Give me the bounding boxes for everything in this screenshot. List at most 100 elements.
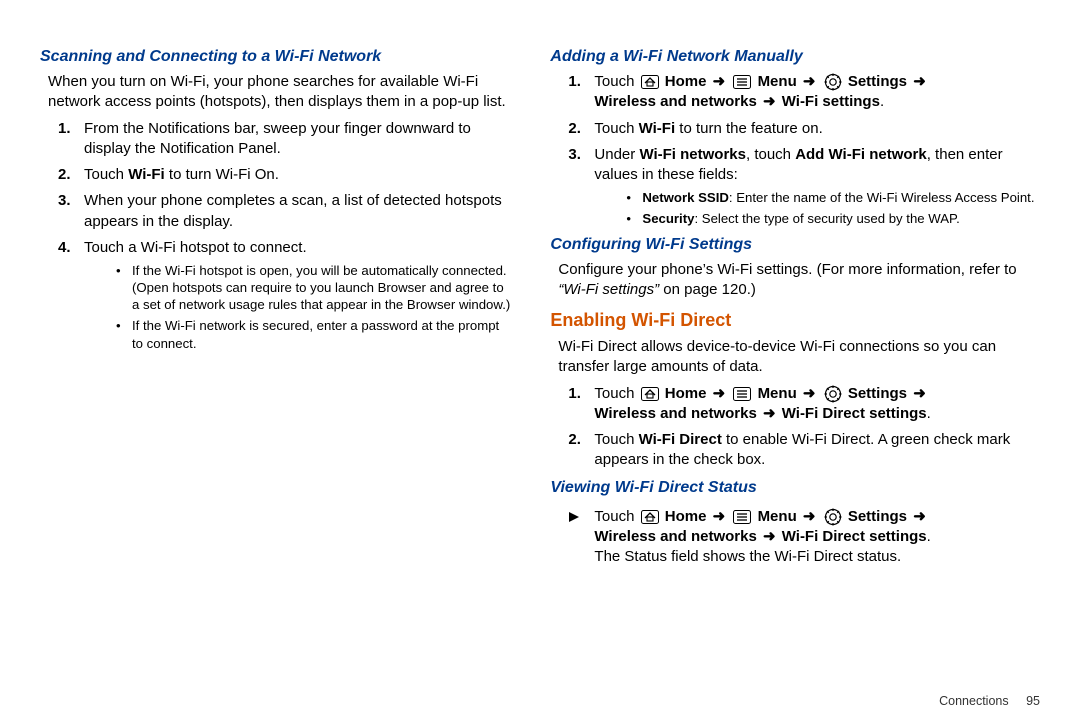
touch-label: Touch (594, 385, 638, 402)
t-d: Add Wi-Fi network (795, 146, 927, 163)
step-number: 3. (568, 145, 581, 165)
step-number: 1. (58, 119, 71, 139)
arrow-icon: ➜ (711, 508, 728, 525)
step-2: 2. Touch Wi-Fi to turn Wi-Fi On. (40, 165, 510, 185)
intro-paragraph: When you turn on Wi-Fi, your phone searc… (48, 72, 510, 113)
steps-enable: 1. Touch Home ➜ Menu ➜ Settings ➜ Wirele… (550, 384, 1040, 471)
arrow-icon: ➜ (711, 73, 728, 90)
settings-label: Settings (848, 73, 907, 90)
path-wireless: Wireless and networks (594, 528, 761, 545)
home-icon (641, 510, 659, 524)
t-b: Wi-Fi Direct (639, 431, 722, 448)
step-number: 3. (58, 191, 71, 211)
path-direct-settings: Wi-Fi Direct settings (778, 528, 927, 545)
steps-scanning: 1. From the Notifications bar, sweep you… (40, 119, 510, 352)
right-column: Adding a Wi-Fi Network Manually 1. Touch… (550, 40, 1040, 692)
page-footer: Connections 95 (939, 694, 1040, 708)
home-icon (641, 387, 659, 401)
step-text-a: Touch (84, 166, 128, 183)
settings-label: Settings (848, 385, 907, 402)
period: . (927, 405, 931, 422)
menu-icon (733, 510, 751, 524)
footer-page-number: 95 (1026, 694, 1040, 708)
arrow-icon: ➜ (711, 385, 728, 402)
arrow-icon: ➜ (911, 73, 928, 90)
t-b: Wi-Fi (639, 120, 676, 137)
settings-label: Settings (848, 508, 907, 525)
t-a: Under (594, 146, 639, 163)
step-text: Touch a Wi-Fi hotspot to connect. (84, 239, 307, 256)
heading-add-manually: Adding a Wi-Fi Network Manually (550, 48, 1040, 66)
step-number: 2. (568, 119, 581, 139)
view-step: Touch Home ➜ Menu ➜ Settings ➜ Wireless … (550, 507, 1040, 568)
enable-paragraph: Wi-Fi Direct allows device-to-device Wi-… (558, 337, 1040, 378)
menu-label: Menu (758, 508, 797, 525)
menu-icon (733, 387, 751, 401)
label: Security (642, 211, 694, 226)
arrow-icon: ➜ (911, 385, 928, 402)
arrow-icon: ➜ (801, 73, 818, 90)
period: . (927, 528, 931, 545)
settings-icon (824, 508, 842, 526)
bullet-security: Security: Select the type of security us… (594, 210, 1040, 227)
arrow-icon: ➜ (801, 508, 818, 525)
step-3: 3. When your phone completes a scan, a l… (40, 191, 510, 232)
step-number: 1. (568, 384, 581, 404)
t-a: Touch (594, 431, 638, 448)
triangle-icon (568, 509, 580, 529)
arrow-icon: ➜ (761, 93, 778, 110)
conf-paragraph: Configure your phone’s Wi-Fi settings. (… (558, 260, 1040, 301)
heading-view-status: Viewing Wi-Fi Direct Status (550, 479, 1040, 497)
home-label: Home (665, 508, 707, 525)
step-text: From the Notifications bar, sweep your f… (84, 120, 471, 157)
t-c: , touch (746, 146, 795, 163)
status-text: The Status field shows the Wi-Fi Direct … (594, 548, 901, 565)
home-label: Home (665, 73, 707, 90)
touch-label: Touch (594, 508, 638, 525)
menu-icon (733, 75, 751, 89)
step-text-b: Wi-Fi (128, 166, 165, 183)
step-4: 4. Touch a Wi-Fi hotspot to connect. If … (40, 238, 510, 352)
menu-label: Menu (758, 73, 797, 90)
t-b: Wi-Fi networks (639, 146, 746, 163)
step-text-c: to turn Wi-Fi On. (165, 166, 279, 183)
enable-step-2: 2. Touch Wi-Fi Direct to enable Wi-Fi Di… (550, 430, 1040, 471)
conf-c: on page 120.) (659, 281, 756, 298)
arrow-icon: ➜ (761, 528, 778, 545)
sub-bullets: If the Wi-Fi hotspot is open, you will b… (84, 262, 510, 352)
footer-section: Connections (939, 694, 1009, 708)
enable-step-1: 1. Touch Home ➜ Menu ➜ Settings ➜ Wirele… (550, 384, 1040, 425)
path-wireless: Wireless and networks (594, 93, 761, 110)
desc: : Select the type of security used by th… (694, 211, 959, 226)
path-wifi-settings: Wi-Fi settings (778, 93, 880, 110)
label: Network SSID (642, 190, 728, 205)
step-number: 2. (58, 165, 71, 185)
t-a: Touch (594, 120, 638, 137)
step-number: 1. (568, 72, 581, 92)
t-c: to turn the feature on. (675, 120, 823, 137)
heading-scanning: Scanning and Connecting to a Wi-Fi Netwo… (40, 48, 510, 66)
path-wireless: Wireless and networks (594, 405, 761, 422)
left-column: Scanning and Connecting to a Wi-Fi Netwo… (40, 40, 510, 692)
heading-enabling-direct: Enabling Wi-Fi Direct (550, 310, 1040, 331)
add-step-2: 2. Touch Wi-Fi to turn the feature on. (550, 119, 1040, 139)
path-direct-settings: Wi-Fi Direct settings (778, 405, 927, 422)
bullet-open-hotspot: If the Wi-Fi hotspot is open, you will b… (84, 262, 510, 313)
step-number: 4. (58, 238, 71, 258)
bullet-secured: If the Wi-Fi network is secured, enter a… (84, 317, 510, 351)
add-step-1: 1. Touch Home ➜ Menu ➜ Settings ➜ Wirele… (550, 72, 1040, 113)
field-bullets: Network SSID: Enter the name of the Wi-F… (594, 189, 1040, 227)
conf-a: Configure your phone’s Wi-Fi settings. (… (558, 261, 1016, 278)
conf-ref: “Wi-Fi settings” (558, 281, 659, 298)
arrow-icon: ➜ (801, 385, 818, 402)
bullet-ssid: Network SSID: Enter the name of the Wi-F… (594, 189, 1040, 206)
step-number: 2. (568, 430, 581, 450)
settings-icon (824, 73, 842, 91)
add-step-3: 3. Under Wi-Fi networks, touch Add Wi-Fi… (550, 145, 1040, 228)
desc: : Enter the name of the Wi-Fi Wireless A… (729, 190, 1035, 205)
step-1: 1. From the Notifications bar, sweep you… (40, 119, 510, 160)
home-icon (641, 75, 659, 89)
period: . (880, 93, 884, 110)
menu-label: Menu (758, 385, 797, 402)
steps-add: 1. Touch Home ➜ Menu ➜ Settings ➜ Wirele… (550, 72, 1040, 228)
